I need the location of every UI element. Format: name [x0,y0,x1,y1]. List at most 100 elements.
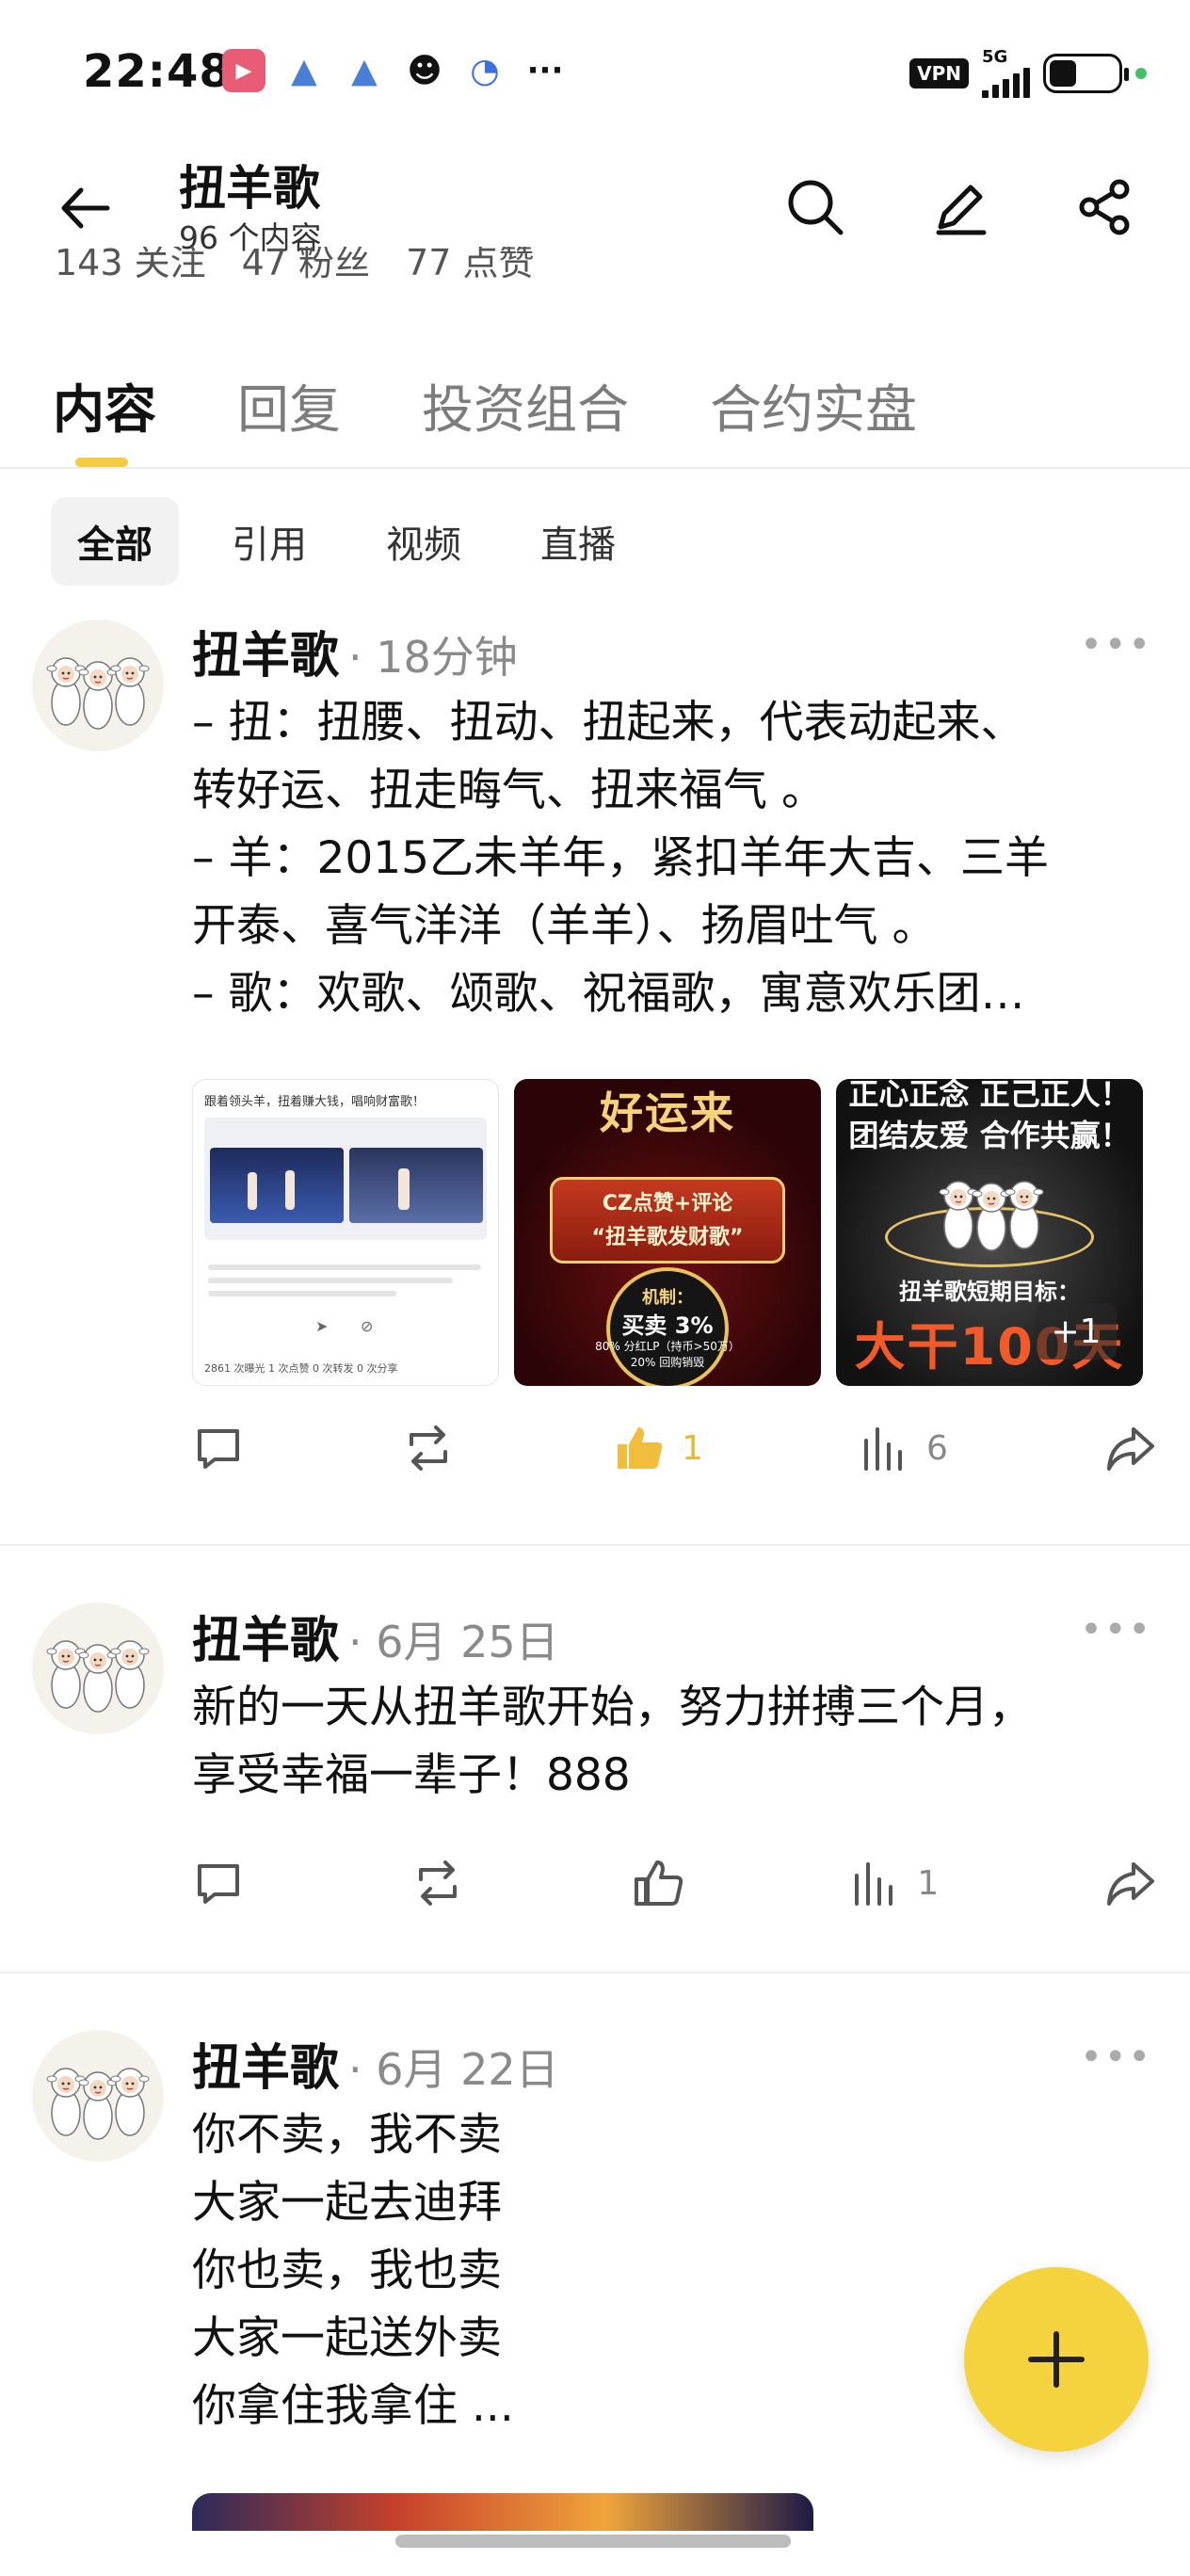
app-triangle-icon: ▲ [291,51,317,90]
post-images: 跟着领头羊，扭着赚大钱，唱响财富歌！ ➤ ⊘ 2861 次曝光 1 次点赞 0 … [192,1079,1143,1386]
filter-videos[interactable]: 视频 [360,497,488,586]
signal-icon: 5G [982,49,1030,98]
post-author[interactable]: 扭羊歌 · 6月 22日 [192,2028,559,2099]
page-title: 扭羊歌 [179,161,320,216]
search-icon[interactable] [778,169,853,245]
system-indicators: VPN 5G [909,49,1147,98]
status-time: 22:48 [83,45,232,98]
repost-icon [418,1860,457,1906]
vpn-badge: VPN [909,58,969,89]
like-button[interactable] [631,1857,685,1909]
active-tab-indicator [75,458,128,467]
comment-button[interactable] [192,1857,245,1909]
like-count: 1 [682,1428,703,1468]
filter-quotes[interactable]: 引用 [205,497,333,586]
view-count: 1 [917,1863,940,1903]
post-time: · 6月 22日 [348,2044,559,2095]
share-arrow-icon [1106,1862,1154,1906]
avatar[interactable] [32,2030,164,2162]
back-arrow-icon[interactable] [53,175,119,241]
fee-split: 80% 分红LP（持币>50万） 20% 回购销毁 [595,1340,740,1369]
filter-live[interactable]: 直播 [514,497,642,586]
post-image-preview[interactable] [192,2493,813,2531]
post-image-2[interactable]: 好运来 CZ点赞+评论 “扭羊歌发财歌” 机制： 买卖 3% 80% 分红LP（… [514,1079,821,1386]
tab-portfolio[interactable]: 投资组合 [422,367,629,443]
notification-icons: ▶ ▲ ▲ ☻ ◔ ··· [222,49,567,92]
image-caption: 跟着领头羊，扭着赚大钱，唱响财富歌！ [204,1095,426,1109]
share-icon[interactable] [1068,169,1143,245]
tab-futures[interactable]: 合约实盘 [710,367,917,443]
goal-label: 扭羊歌短期目标： [899,1279,1080,1305]
post-text[interactable]: 新的一天从扭羊歌开始，努力拼搏三个月， 享受幸福一辈子！888 [192,1674,1134,1810]
fee-rate: 买卖 3% [621,1312,714,1339]
sync-icon: ◔ [470,51,500,90]
status-bar: 22:48 ▶ ▲ ▲ ☻ ◔ ··· VPN 5G [0,0,1190,141]
motto-text: 正心正念 正己正人！ 团结友爱 合作共赢！ [848,1079,1131,1153]
author-name[interactable]: 扭羊歌 [192,2040,339,2097]
followers-stat[interactable]: 47 粉丝 [242,247,370,279]
plus-icon [1028,2331,1085,2388]
network-type: 5G [982,47,1008,67]
tab-content[interactable]: 内容 [53,367,156,443]
comment-icon [198,1429,239,1469]
link-mini-icon: ⊘ [361,1317,374,1335]
compose-fab[interactable] [964,2267,1149,2452]
avatar[interactable] [32,620,164,751]
post-time: · 18分钟 [348,632,518,683]
like-button[interactable]: 1 [612,1422,703,1474]
more-notifications-icon: ··· [526,52,564,89]
tabs-divider [0,467,1190,469]
author-name[interactable]: 扭羊歌 [192,628,339,684]
mechanism-label: 机制： [642,1288,693,1308]
cz-badge: CZ点赞+评论 “扭羊歌发财歌” [550,1177,785,1264]
edit-icon[interactable] [923,169,998,245]
views-button[interactable]: 6 [859,1422,948,1474]
share-button[interactable] [1103,1857,1158,1909]
filter-chips: 全部 引用 视频 直播 [51,497,642,586]
thumbs-up-icon [618,1427,663,1469]
more-options-icon[interactable]: ••• [1080,623,1152,667]
post-time: · 6月 25日 [348,1617,559,1667]
views-button[interactable]: 1 [849,1857,939,1909]
repost-button[interactable] [410,1857,466,1909]
post-author[interactable]: 扭羊歌 · 18分钟 [192,616,518,686]
more-options-icon[interactable]: ••• [1080,1608,1152,1651]
views-chart-icon [855,1862,893,1906]
avatar[interactable] [32,1602,164,1734]
battery-icon [1043,54,1129,93]
post-image-3[interactable]: 正心正念 正己正人！ 团结友爱 合作共赢！ 扭羊歌短期目标： 大干100天 +1 [836,1079,1143,1386]
share-mini-icon: ➤ [315,1317,329,1335]
share-button[interactable] [1103,1422,1158,1474]
sheep-figures [930,1169,1053,1254]
stage-photo-2 [349,1148,483,1223]
likes-stat: 77 点赞 [406,247,535,279]
repost-icon [410,1425,448,1471]
share-arrow-icon [1107,1427,1154,1471]
privacy-indicator [1135,68,1147,79]
more-images-badge[interactable]: +1 [1036,1303,1117,1360]
profile-tabs: 内容 回复 投资组合 合约实盘 [53,367,917,443]
home-indicator[interactable] [395,2535,791,2548]
post-author[interactable]: 扭羊歌 · 6月 25日 [192,1601,559,1671]
repost-button[interactable] [400,1422,457,1474]
stage-photo-1 [210,1148,344,1223]
filter-all[interactable]: 全部 [51,497,179,586]
post-actions: 1 6 [192,1422,1158,1474]
post-image-1[interactable]: 跟着领头羊，扭着赚大钱，唱响财富歌！ ➤ ⊘ 2861 次曝光 1 次点赞 0 … [192,1079,499,1386]
views-chart-icon [864,1427,903,1471]
lucky-title: 好运来 [600,1087,735,1138]
author-name[interactable]: 扭羊歌 [192,1613,339,1669]
comment-button[interactable] [192,1422,245,1474]
following-stat[interactable]: 143 关注 [55,247,206,279]
app-triangle-icon-2: ▲ [351,51,378,90]
thumbs-up-icon [634,1860,683,1906]
post-text[interactable]: – 扭：扭腰、扭动、扭起来，代表动起来、 转好运、扭走晦气、扭来福气 。 – 羊… [192,689,1134,1028]
tab-replies[interactable]: 回复 [237,367,341,443]
more-options-icon[interactable]: ••• [1080,2036,1152,2079]
post-actions: 1 [192,1857,1158,1909]
comment-icon [198,1864,239,1904]
post-divider [0,1544,1190,1546]
profile-stats: 143 关注 47 粉丝 77 点赞 [55,247,535,279]
video-app-icon: ▶ [222,49,265,92]
view-count: 6 [926,1428,948,1468]
